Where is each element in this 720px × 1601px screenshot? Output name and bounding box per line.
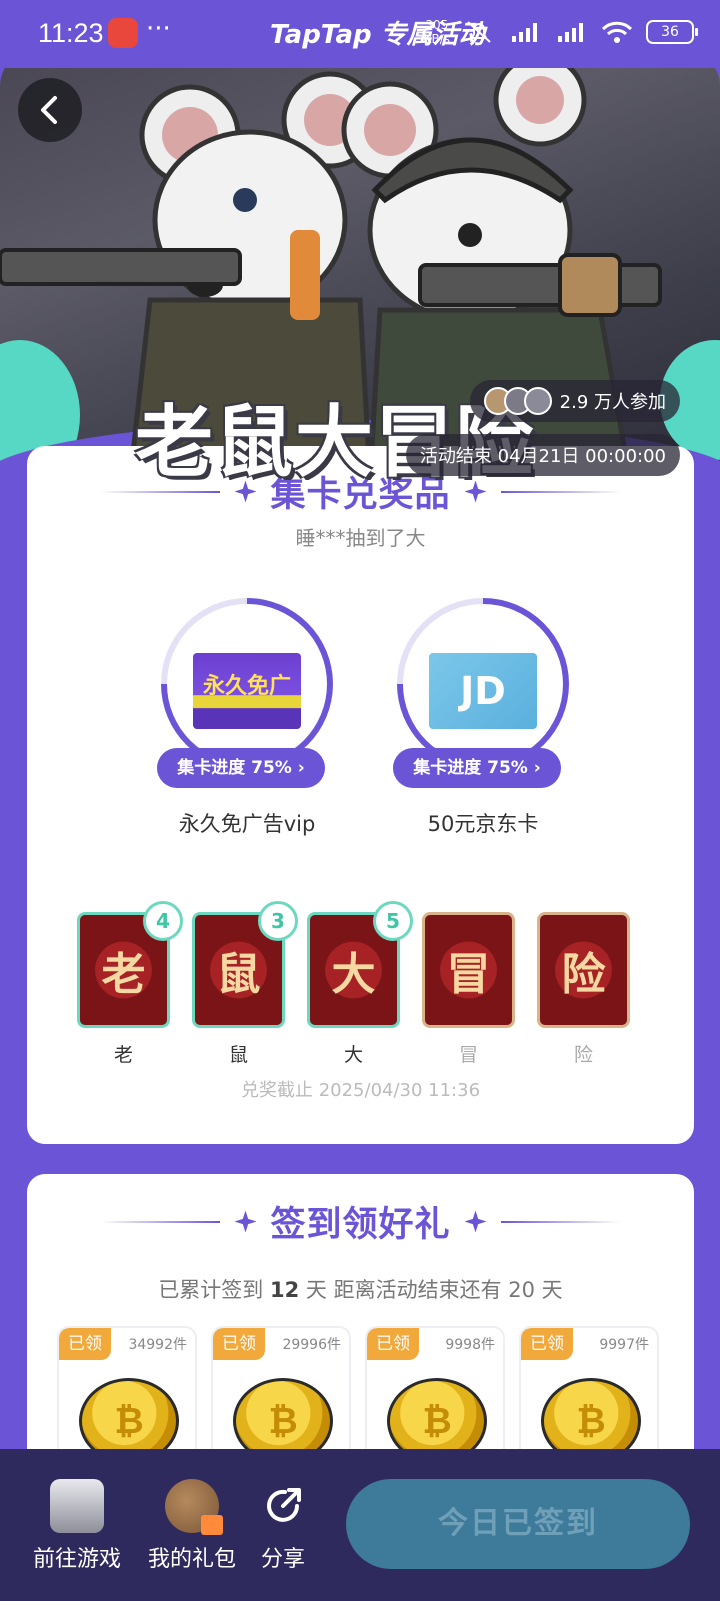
avatar [523,387,552,415]
sign-header: 签到领好礼 [27,1196,694,1247]
progress-badge[interactable]: 集卡进度 75% › [393,748,561,788]
signal-icon [558,23,583,42]
sparkle-icon [464,1210,487,1233]
sign-summary-rest: 天 距离活动结束还有 20 天 [305,1278,563,1302]
redeem-deadline: 兑奖截止 2025/04/30 11:36 [240,1080,481,1101]
decoration-line [100,490,221,493]
reward-qty: 9998件 [445,1337,495,1353]
sign-days: 12 [270,1278,300,1302]
char-label: 险 [573,1044,593,1066]
more-icon: ··· [146,14,171,44]
winner-ticker: 睡***抽到了大 [295,526,426,550]
sign-summary: 已累计签到 12 天 距离活动结束还有 20 天 [27,1274,694,1304]
char-glyph: 鼠 [216,949,261,1000]
claimed-badge: 已领 [59,1328,111,1360]
count-badge: 5 [373,901,413,941]
sign-title: 签到领好礼 [270,1205,451,1245]
char-card-da[interactable]: 大 5 大 [307,901,413,1067]
char-glyph: 老 [101,949,146,1000]
sparkle-icon [234,1210,257,1233]
collect-cards-section: 集卡兑奖品 睡***抽到了大 永久免广 集卡进度 75% › 永久免广告vip … [27,446,694,1144]
wifi-icon [601,21,633,43]
char-tile: 老 4 [77,901,183,1028]
net-speed: 305 KB/s [424,18,450,46]
gift-icon [165,1479,223,1535]
go-to-game-button[interactable]: 前往游戏 [22,1479,132,1573]
status-icons: 305 KB/s 36 [424,18,698,46]
char-tile: 大 5 [307,901,413,1028]
game-icon [50,1479,104,1533]
claimed-badge: 已领 [213,1328,265,1360]
sparkle-icon [234,480,257,503]
status-time: 11:23 [38,18,104,48]
progress-badge[interactable]: 集卡进度 75% › [157,748,325,788]
back-arrow-icon [41,96,57,124]
char-glyph: 大 [331,949,376,1000]
char-card-mao[interactable]: 冒 冒 [422,912,515,1067]
count-badge: 4 [143,901,183,941]
reward-qty: 9997件 [599,1337,649,1353]
decoration-line [500,1220,621,1223]
decoration-line [100,1220,221,1223]
checked-in-today-button[interactable]: 今日已签到 [346,1479,690,1569]
go-to-game-label: 前往游戏 [32,1547,121,1572]
participant-avatars [483,387,552,415]
char-tile: 冒 [422,912,515,1028]
char-label: 老 [113,1044,133,1066]
char-label: 大 [343,1044,363,1066]
participants-count: 2.9 万人参加 [559,392,666,413]
prize-jd-image-text: JD [460,669,506,713]
net-speed-value: 305 [425,18,449,32]
mute-icon [467,21,491,43]
status-bar: 11:23 ··· TapTap 专属活动 305 KB/s 36 [0,0,720,68]
prize-name: 永久免广告vip [178,812,316,836]
char-card-shu[interactable]: 鼠 3 鼠 [192,901,298,1067]
claimed-badge: 已领 [521,1328,573,1360]
prize-name: 50元京东卡 [427,812,539,836]
char-glyph: 冒 [446,949,491,1000]
reward-qty: 34992件 [128,1337,187,1353]
char-label: 冒 [458,1044,478,1066]
char-glyph: 险 [561,949,606,1000]
participants-pill: 2.9 万人参加 [469,380,680,422]
reward-qty: 29996件 [282,1337,341,1353]
progress-label: 集卡进度 75% [177,758,292,778]
battery-indicator: 36 [646,20,698,44]
progress-label: 集卡进度 75% [413,758,528,778]
app-notification-icon [108,18,138,48]
share-button[interactable]: 分享 [228,1479,338,1573]
net-speed-unit: KB/s [423,32,450,46]
prize-vip-image: 永久免广 [193,653,301,729]
end-time-pill: 活动结束 04月21日 00:00:00 [405,434,680,476]
hero-banner: 老鼠大冒险 2.9 万人参加 活动结束 04月21日 00:00:00 [0,50,720,480]
bottom-action-bar: 前往游戏 我的礼包 分享 今日已签到 [0,1449,720,1601]
back-button[interactable] [18,78,82,142]
count-badge: 3 [258,901,298,941]
share-label: 分享 [260,1547,305,1572]
char-tile: 险 [537,912,630,1028]
char-tile: 鼠 3 [192,901,298,1028]
char-card-lao[interactable]: 老 4 老 [77,901,183,1067]
claimed-badge: 已领 [367,1328,419,1360]
prize-jd-image: JD [429,653,537,729]
share-icon [256,1479,310,1533]
sign-summary-pre: 已累计签到 [158,1278,264,1302]
char-card-xian[interactable]: 险 险 [537,912,630,1067]
decoration-line [500,490,621,493]
prize-vip-image-text: 永久免广 [202,674,291,699]
char-label: 鼠 [228,1044,248,1066]
sparkle-icon [464,480,487,503]
signal-icon [512,23,537,42]
